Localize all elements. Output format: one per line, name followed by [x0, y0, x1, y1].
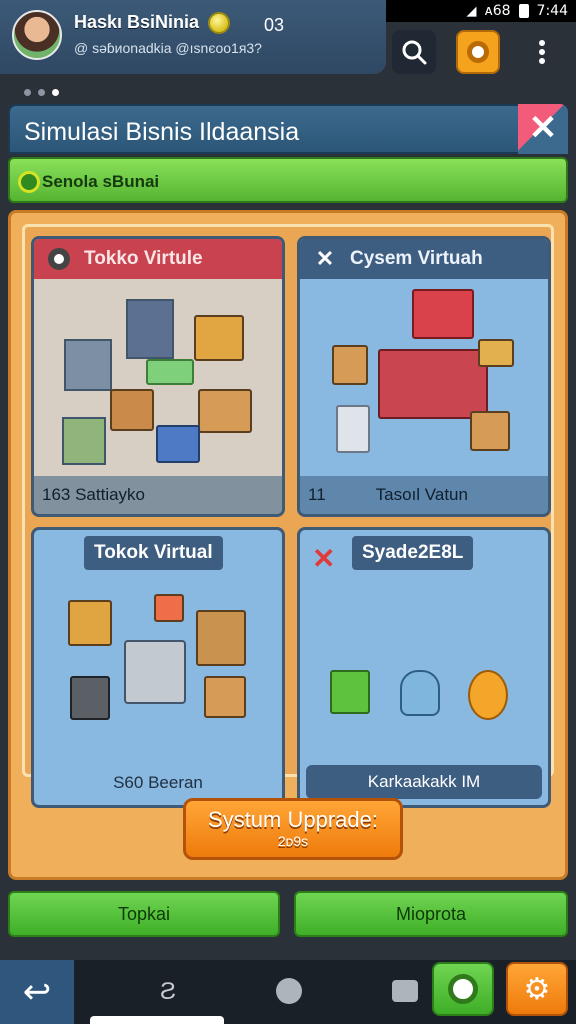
- back-button[interactable]: ↩: [0, 960, 74, 1024]
- search-icon: [402, 40, 427, 65]
- profile-header: Haskı BsiNinia 03 @ ѕəɓиonadkia @ısnєoo1…: [0, 0, 386, 74]
- progress-ring-icon: [18, 171, 40, 193]
- nav-recent-button[interactable]: Ƨ: [160, 978, 176, 1006]
- card-footer: Karkaakakk IM: [306, 765, 542, 799]
- card-header: ✕ Cysem Virtuah: [300, 239, 548, 279]
- card-header: Tokko Virtule: [34, 239, 282, 279]
- page-dot[interactable]: [24, 89, 31, 96]
- status-bar: ◢ ᴀ68 7:44: [385, 0, 576, 22]
- page-dot[interactable]: [38, 89, 45, 96]
- avatar[interactable]: [12, 10, 62, 60]
- battery-icon: [518, 4, 529, 18]
- card-grid: Tokko Virtule 163 Sattiayko ✕ Cysem Virt…: [22, 224, 554, 808]
- network-indicator: ᴀ68: [484, 3, 511, 19]
- business-panel: Tokko Virtule 163 Sattiayko ✕ Cysem Virt…: [8, 210, 568, 880]
- overview-button[interactable]: [392, 980, 418, 1002]
- settings-button[interactable]: ⚙: [506, 962, 568, 1016]
- progress-label: Senola ѕBunai: [42, 172, 160, 191]
- search-button[interactable]: [392, 30, 436, 74]
- player-level: 03: [264, 15, 285, 35]
- system-upgrade-button[interactable]: Systum Upprade: 2ᴅ9s: [183, 798, 403, 860]
- wifi-icon: ◢: [466, 3, 477, 19]
- player-handle: @ ѕəɓиonadkia @ısnєoo1ᴙ3?: [74, 40, 262, 56]
- status-time: 7:44: [536, 3, 568, 19]
- more-vertical-icon: [539, 40, 545, 64]
- upgrade-label: Systum Upprade:: [208, 807, 378, 832]
- business-progress-bar: Senola ѕBunai: [8, 157, 568, 203]
- upgrade-cost: 2ᴅ9s: [277, 833, 309, 849]
- card-tokok-virtual[interactable]: Tokok Virtual S60 Beeran: [31, 527, 285, 808]
- card-title: Tokok Virtual: [84, 536, 223, 570]
- card-title: Tokko Virtule: [84, 248, 203, 269]
- gear-icon: ⚙: [523, 972, 551, 1006]
- gear-icon: [46, 246, 72, 272]
- card-stat: 11: [308, 485, 326, 504]
- topkai-button[interactable]: Topkai: [8, 891, 280, 937]
- card-cysem-virtuah[interactable]: ✕ Cysem Virtuah 11 Tasoıl Vatun: [297, 236, 551, 517]
- clock-icon: [448, 974, 478, 1004]
- card-caption: S60 Beeran: [113, 773, 203, 792]
- page-dots: [24, 89, 59, 96]
- close-button[interactable]: ✕: [518, 104, 568, 154]
- home-button[interactable]: [276, 978, 302, 1004]
- notification-button[interactable]: [456, 30, 500, 74]
- timer-button[interactable]: [432, 962, 494, 1016]
- coin-icon: [208, 12, 230, 34]
- close-icon: ✕: [315, 246, 335, 271]
- card-footer: 163 Sattiayko: [34, 476, 282, 514]
- card-title: Cysem Virtuah: [350, 248, 483, 269]
- page-dot-active[interactable]: [52, 89, 59, 96]
- card-stat-label: Tasoıl Vatun: [375, 485, 468, 504]
- close-icon[interactable]: ✕: [312, 542, 335, 575]
- back-arrow-icon: ↩: [22, 973, 52, 1011]
- page-title: Simulasi Bisnis Ildaansia: [24, 118, 300, 146]
- card-syade[interactable]: ✕ Syade2E8L Karkaakakk IM: [297, 527, 551, 808]
- more-menu-button[interactable]: [520, 30, 564, 74]
- window-title-bar: Simulasi Bisnis Ildaansia ✕: [8, 104, 568, 154]
- card-footer: 11 Tasoıl Vatun: [300, 476, 548, 514]
- mioprota-button[interactable]: Mioprota: [294, 891, 568, 937]
- card-stat: 163 Sattiayko: [42, 485, 146, 504]
- player-name: Haskı BsiNinia: [74, 12, 200, 32]
- home-indicator: [90, 1016, 224, 1024]
- card-title: Syade2E8L: [352, 536, 474, 570]
- close-icon: ✕: [528, 109, 558, 147]
- notification-icon: [467, 41, 489, 63]
- card-tokko-virtule[interactable]: Tokko Virtule 163 Sattiayko: [31, 236, 285, 517]
